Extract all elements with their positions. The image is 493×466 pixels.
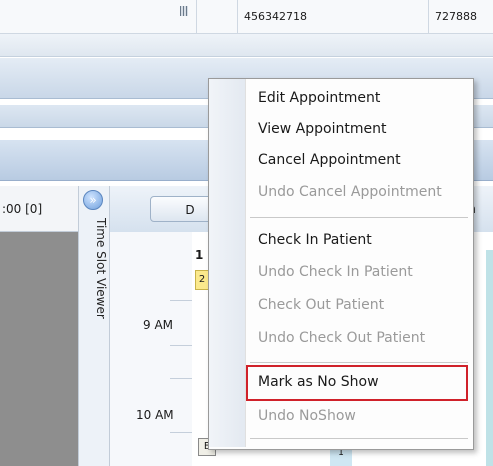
menu-item-check-in-patient[interactable]: Check In Patient bbox=[258, 232, 372, 248]
grid-cell-empty bbox=[196, 0, 236, 33]
menu-item-check-out-patient: Check Out Patient bbox=[258, 297, 385, 313]
menu-separator bbox=[250, 438, 468, 439]
menu-item-cancel-appointment[interactable]: Cancel Appointment bbox=[258, 152, 401, 168]
grid-cell-id[interactable]: 456342718 bbox=[237, 0, 427, 33]
column-number: 1 bbox=[195, 248, 204, 262]
time-tick bbox=[170, 432, 192, 433]
expand-chevron-icon[interactable]: » bbox=[83, 190, 103, 210]
menu-separator bbox=[250, 217, 468, 218]
grid-cell-id-2[interactable]: 727888 bbox=[428, 0, 493, 33]
menu-item-edit-appointment[interactable]: Edit Appointment bbox=[258, 90, 380, 106]
time-tick bbox=[170, 345, 192, 346]
menu-item-undo-check-in-patient: Undo Check In Patient bbox=[258, 264, 413, 280]
context-menu-gutter bbox=[209, 79, 246, 447]
menu-item-view-appointment[interactable]: View Appointment bbox=[258, 121, 386, 137]
calendar-column-strip bbox=[486, 250, 493, 466]
horizontal-scrollbar[interactable] bbox=[0, 34, 493, 57]
menu-item-undo-noshow: Undo NoShow bbox=[258, 408, 356, 424]
time-slot-viewer-label[interactable]: Time Slot Viewer bbox=[94, 218, 108, 319]
appointment-cell[interactable]: 2 bbox=[195, 270, 209, 290]
menu-item-undo-cancel-appointment: Undo Cancel Appointment bbox=[258, 184, 442, 200]
scrollbar-grip-icon[interactable] bbox=[180, 6, 188, 16]
left-panel-header: :00 [0] bbox=[0, 186, 78, 232]
menu-item-undo-check-out-patient: Undo Check Out Patient bbox=[258, 330, 426, 346]
time-label-10am: 10 AM bbox=[136, 408, 174, 422]
time-tick bbox=[170, 300, 192, 301]
menu-separator bbox=[250, 362, 468, 363]
time-tick bbox=[170, 378, 192, 379]
time-label-9am: 9 AM bbox=[143, 318, 174, 332]
time-column bbox=[110, 232, 193, 466]
highlight-box bbox=[246, 365, 468, 401]
